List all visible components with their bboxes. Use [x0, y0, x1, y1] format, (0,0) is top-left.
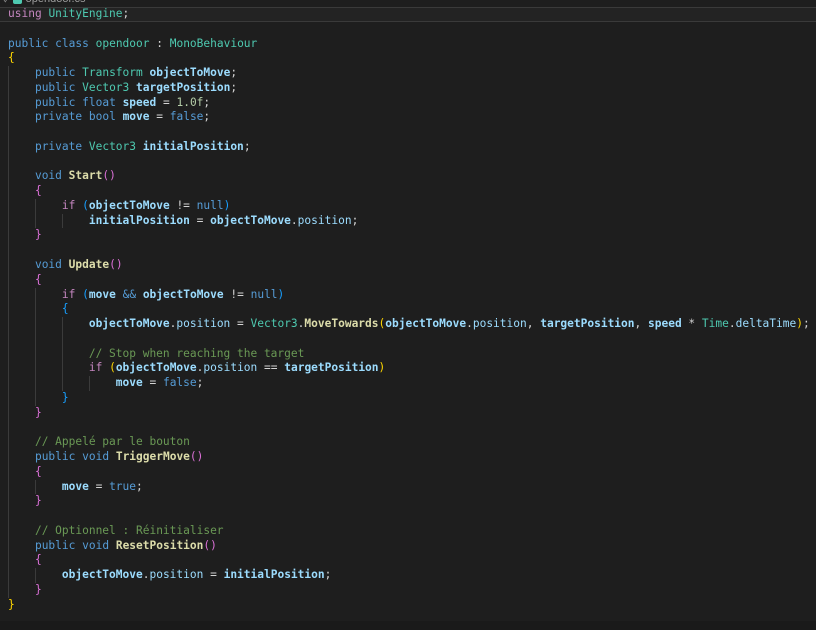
code-line: // Optionnel : Réinitialiser	[0, 524, 816, 539]
code-line: // Appelé par le bouton	[0, 435, 816, 450]
code-line	[0, 155, 816, 170]
code-line: objectToMove.position = initialPosition;	[0, 568, 816, 583]
indent-guide	[8, 155, 9, 170]
code-line: private Vector3 initialPosition;	[0, 140, 816, 155]
code-line: move = false;	[0, 376, 816, 391]
editor-window: ⌄ opendoor.cs using UnityEngine; public c…	[0, 0, 816, 612]
indent-guide	[8, 420, 9, 435]
code-line: public Transform objectToMove;	[0, 66, 816, 81]
indent-guide	[8, 509, 9, 524]
code-line: {	[0, 51, 816, 66]
code-line: if (objectToMove != null)	[0, 199, 816, 214]
code-line: {	[0, 302, 816, 317]
code-line: if (objectToMove.position == targetPosit…	[0, 361, 816, 376]
code-line: public Vector3 targetPosition;	[0, 81, 816, 96]
indent-guide	[8, 243, 9, 258]
code-line: void Start()	[0, 169, 816, 184]
breadcrumb-bar: ⌄ opendoor.cs	[0, 0, 816, 7]
code-line: public void ResetPosition()	[0, 539, 816, 554]
code-line	[0, 22, 816, 37]
code-line: move = true;	[0, 480, 816, 495]
code-line: // Stop when reaching the target	[0, 347, 816, 362]
code-line: {	[0, 465, 816, 480]
code-line: }	[0, 598, 816, 613]
code-line	[0, 509, 816, 524]
code-line: public void TriggerMove()	[0, 450, 816, 465]
indent-guide	[8, 332, 9, 347]
indent-guide	[62, 332, 63, 347]
code-line	[0, 125, 816, 140]
code-line: }	[0, 391, 816, 406]
indent-guide	[8, 125, 9, 140]
code-line: if (move && objectToMove != null)	[0, 288, 816, 303]
code-line: }	[0, 406, 816, 421]
code-line: }	[0, 583, 816, 598]
code-line: {	[0, 273, 816, 288]
code-line: }	[0, 228, 816, 243]
breadcrumb-filename[interactable]: opendoor.cs	[26, 0, 86, 5]
code-line: {	[0, 553, 816, 568]
horizontal-scrollbar-track[interactable]	[0, 621, 816, 630]
indent-guide	[35, 332, 36, 347]
code-line: objectToMove.position = Vector3.MoveTowa…	[0, 317, 816, 332]
code-line: {	[0, 184, 816, 199]
code-line: private bool move = false;	[0, 110, 816, 125]
code-line: void Update()	[0, 258, 816, 273]
code-line: using UnityEngine;	[0, 7, 816, 22]
chevron-down-icon[interactable]: ⌄	[2, 0, 9, 6]
code-line	[0, 332, 816, 347]
code-line: }	[0, 494, 816, 509]
code-area[interactable]: using UnityEngine; public class opendoor …	[0, 7, 816, 612]
code-line: public class opendoor : MonoBehaviour	[0, 37, 816, 52]
code-line	[0, 420, 816, 435]
code-line: initialPosition = objectToMove.position;	[0, 214, 816, 229]
csharp-file-icon	[13, 0, 22, 4]
code-line	[0, 243, 816, 258]
code-line: public float speed = 1.0f;	[0, 96, 816, 111]
